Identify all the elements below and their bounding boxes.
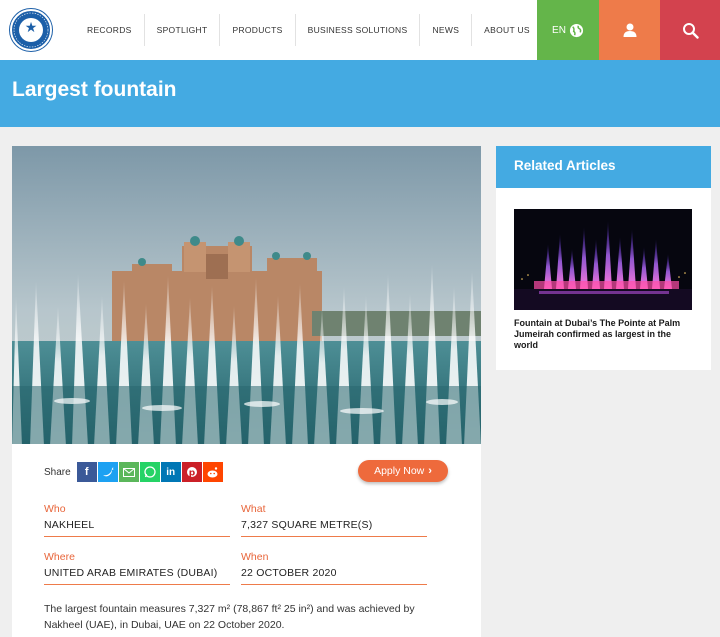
pinterest-share-icon[interactable]: p bbox=[181, 462, 202, 482]
nav-item-about-us[interactable]: ABOUT US bbox=[472, 14, 542, 46]
search-button[interactable] bbox=[660, 0, 720, 60]
language-selector[interactable]: EN bbox=[537, 0, 599, 60]
when-value: 22 OCTOBER 2020 bbox=[241, 567, 337, 579]
where-city: (DUBAI) bbox=[176, 567, 218, 579]
nav-item-business-solutions[interactable]: BUSINESS SOLUTIONS bbox=[296, 14, 421, 46]
nav-item-spotlight[interactable]: SPOTLIGHT bbox=[145, 14, 221, 46]
globe-icon bbox=[569, 23, 584, 37]
what-field: What 7,327 SQUARE METRE(S) bbox=[241, 503, 427, 537]
page-title: Largest fountain bbox=[12, 78, 177, 101]
who-label: Who bbox=[44, 503, 66, 515]
record-description: The largest fountain measures 7,327 m² (… bbox=[44, 603, 415, 631]
account-button[interactable] bbox=[599, 0, 660, 60]
where-country: UNITED ARAB EMIRATES bbox=[44, 567, 174, 579]
linkedin-share-icon[interactable]: in bbox=[160, 462, 181, 482]
what-value: 7,327 SQUARE METRE(S) bbox=[241, 519, 373, 531]
when-label: When bbox=[241, 551, 269, 563]
apply-now-label: Apply Now bbox=[374, 465, 425, 477]
record-card: Share f in p Apply Now › Who NAKHEEL Wha… bbox=[12, 146, 481, 637]
share-bar: Share f in p bbox=[44, 461, 224, 483]
nav-item-products[interactable]: PRODUCTS bbox=[220, 14, 296, 46]
related-articles-header: Related Articles bbox=[496, 146, 711, 188]
facebook-share-icon[interactable]: f bbox=[76, 462, 97, 482]
related-article-card[interactable]: Fountain at Dubai’s The Pointe at Palm J… bbox=[496, 188, 711, 370]
logo-star-icon: ★ bbox=[24, 20, 38, 36]
record-photo[interactable] bbox=[12, 146, 481, 444]
related-article-title[interactable]: Fountain at Dubai’s The Pointe at Palm J… bbox=[514, 318, 694, 351]
what-label: What bbox=[241, 503, 266, 515]
svg-text:p: p bbox=[188, 469, 195, 479]
site-header: ★ RECORDS SPOTLIGHT PRODUCTS BUSINESS SO… bbox=[0, 0, 720, 60]
who-field: Who NAKHEEL bbox=[44, 503, 230, 537]
fountain-night-thumbnail bbox=[514, 209, 692, 310]
language-code: EN bbox=[552, 24, 566, 36]
nav-item-records[interactable]: RECORDS bbox=[75, 14, 145, 46]
email-share-icon[interactable] bbox=[118, 462, 139, 482]
search-icon bbox=[682, 22, 699, 39]
where-label: Where bbox=[44, 551, 75, 563]
user-icon bbox=[623, 23, 636, 37]
twitter-share-icon[interactable] bbox=[97, 462, 118, 482]
whatsapp-share-icon[interactable] bbox=[139, 462, 160, 482]
related-articles-title: Related Articles bbox=[514, 158, 616, 173]
guinness-logo[interactable]: ★ bbox=[10, 9, 52, 51]
title-banner: Largest fountain bbox=[0, 60, 720, 127]
who-value: NAKHEEL bbox=[44, 519, 95, 531]
chevron-right-icon: › bbox=[428, 465, 432, 477]
nav-item-news[interactable]: NEWS bbox=[420, 14, 473, 46]
where-value: UNITED ARAB EMIRATES (DUBAI) bbox=[44, 567, 217, 579]
reddit-share-icon[interactable] bbox=[202, 462, 223, 482]
apply-now-button[interactable]: Apply Now › bbox=[358, 460, 448, 482]
when-field: When 22 OCTOBER 2020 bbox=[241, 551, 427, 585]
related-article-thumbnail[interactable] bbox=[514, 209, 692, 310]
where-field: Where UNITED ARAB EMIRATES (DUBAI) bbox=[44, 551, 230, 585]
share-label: Share bbox=[44, 466, 71, 478]
fountain-photo-illustration bbox=[12, 146, 481, 444]
main-nav: RECORDS SPOTLIGHT PRODUCTS BUSINESS SOLU… bbox=[75, 14, 542, 46]
